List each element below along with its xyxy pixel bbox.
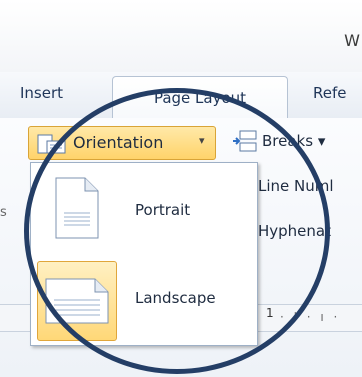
orientation-label: Orientation [73,133,164,152]
tab-insert[interactable]: Insert [20,84,63,102]
orientation-icon [37,134,67,158]
breaks-icon [232,130,258,156]
portrait-page-icon [55,177,99,243]
line-numbers-button[interactable]: Line Numl [258,177,334,195]
breaks-label: Breaks ▾ [262,132,326,150]
hyphenation-button[interactable]: Hyphenat [258,222,331,240]
chevron-down-icon: ▾ [199,134,205,147]
orientation-menu: Portrait Landscape [30,162,258,346]
menu-item-portrait[interactable]: Portrait [35,171,253,247]
orientation-button[interactable]: Orientation ▾ [28,126,216,160]
landscape-page-icon [45,278,109,328]
menu-item-portrait-label: Portrait [135,201,191,219]
menu-item-landscape-label: Landscape [135,289,216,307]
tab-page-layout[interactable]: Page Layout [112,76,288,118]
tab-references[interactable]: Refe [313,84,347,102]
menu-item-landscape[interactable]: Landscape [35,259,253,341]
ribbon-edge-text: s [0,205,7,220]
ruler-number: 1 [266,306,274,320]
title-bar: W [0,0,362,73]
ruler-ticks: · ' · ı · [280,310,341,324]
window-title: W [344,31,360,50]
landscape-selected-highlight [37,261,117,341]
